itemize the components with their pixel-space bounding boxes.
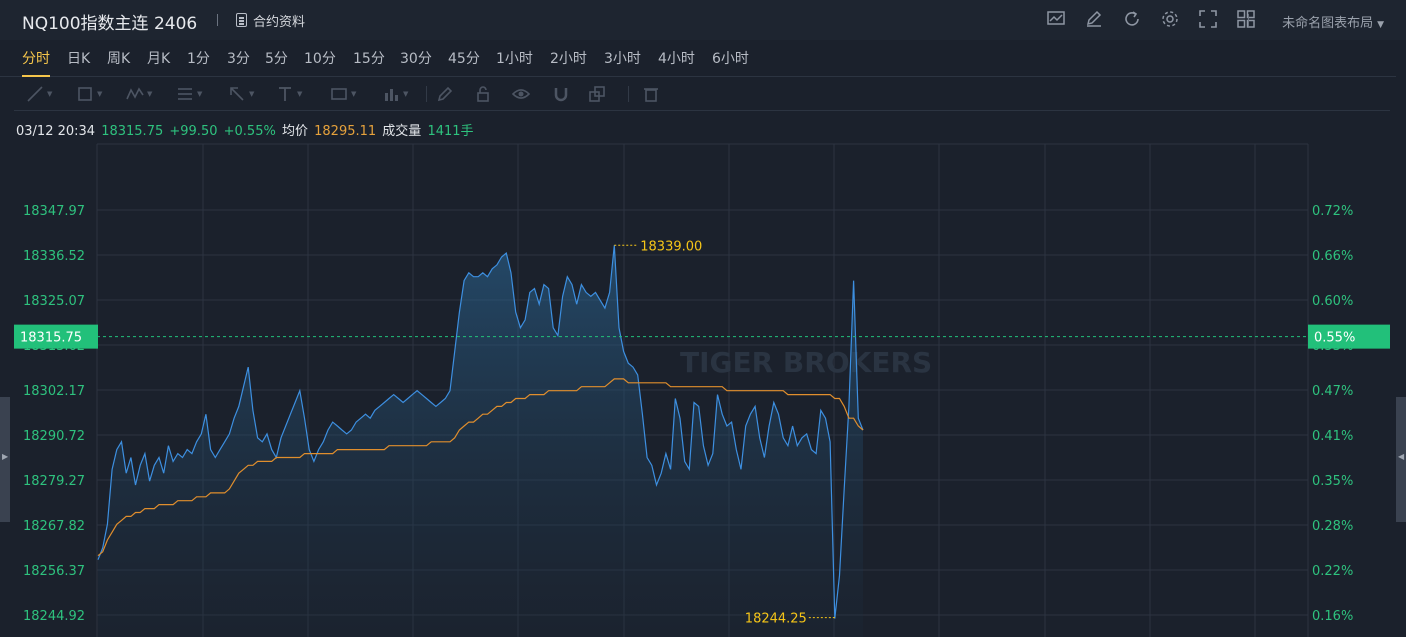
y-tick-label: 18267.82 — [23, 519, 85, 534]
y-pct-tick-label: 0.72% — [1312, 204, 1353, 219]
y-pct-tick-label: 0.60% — [1312, 294, 1353, 309]
y-pct-tick-label: 0.41% — [1312, 429, 1353, 444]
current-price-badge: 18315.75 — [20, 331, 82, 346]
y-tick-label: 18290.72 — [23, 429, 85, 444]
low-price-label: 18244.25 — [745, 612, 807, 627]
chevron-left-icon: ◀ — [1398, 452, 1405, 461]
high-price-label: 18339.00 — [640, 239, 702, 254]
y-tick-label: 18302.17 — [23, 384, 85, 399]
right-panel-handle[interactable]: ◀ — [1396, 397, 1406, 522]
y-tick-label: 18325.07 — [23, 294, 85, 309]
y-tick-label: 18336.52 — [23, 249, 85, 264]
watermark: TIGER BROKERS — [680, 346, 932, 379]
y-tick-label: 18279.27 — [23, 474, 85, 489]
y-tick-label: 18256.37 — [23, 564, 85, 579]
y-tick-label: 18244.92 — [23, 609, 85, 624]
y-pct-tick-label: 0.47% — [1312, 384, 1353, 399]
y-pct-tick-label: 0.22% — [1312, 564, 1353, 579]
current-pct-badge: 0.55% — [1314, 331, 1355, 346]
intraday-chart[interactable]: TIGER BROKERS 18347.97 0.72% 18336.52 0.66%… — [0, 0, 1406, 637]
y-pct-tick-label: 0.35% — [1312, 474, 1353, 489]
y-pct-tick-label: 0.16% — [1312, 609, 1353, 624]
y-pct-tick-label: 0.66% — [1312, 249, 1353, 264]
left-panel-handle[interactable]: ▶ — [0, 397, 10, 522]
chevron-right-icon: ▶ — [2, 452, 9, 461]
price-area-fill — [98, 245, 863, 637]
y-pct-tick-label: 0.28% — [1312, 519, 1353, 534]
y-tick-label: 18347.97 — [23, 204, 85, 219]
